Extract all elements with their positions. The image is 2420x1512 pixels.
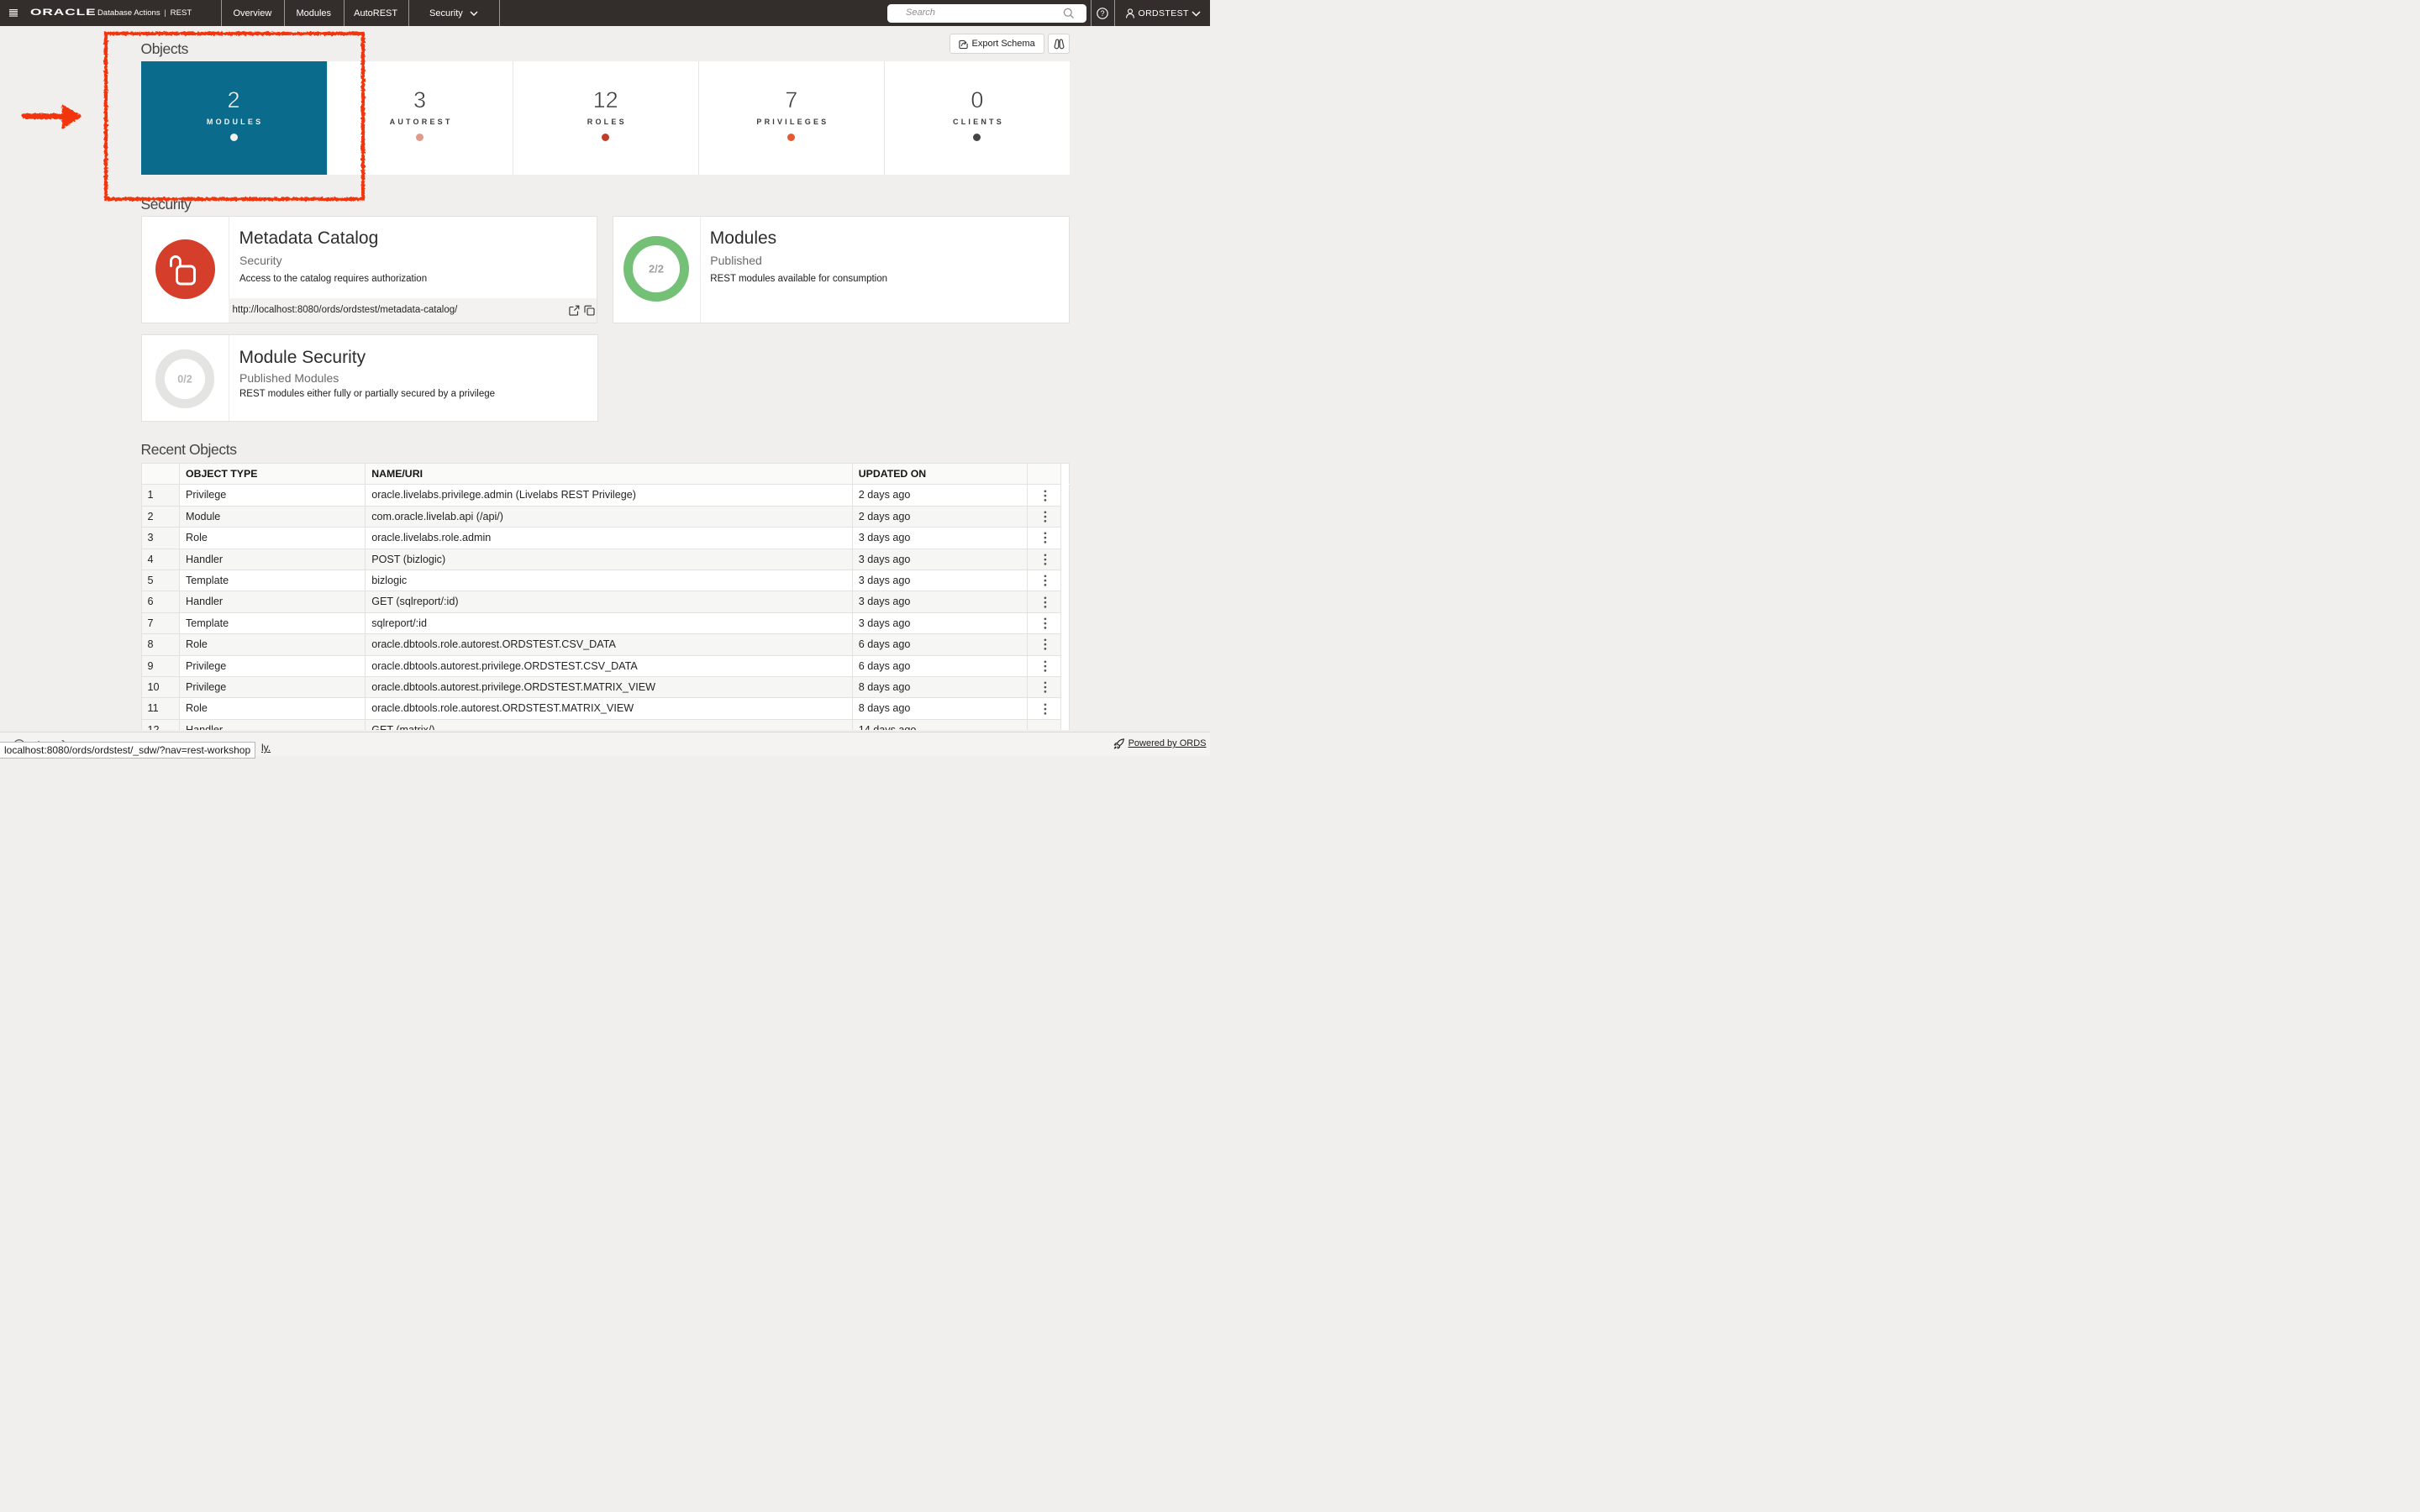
svg-text:0/2: 0/2 xyxy=(177,373,192,385)
svg-text:?: ? xyxy=(1100,9,1104,18)
svg-text:2/2: 2/2 xyxy=(649,262,664,275)
